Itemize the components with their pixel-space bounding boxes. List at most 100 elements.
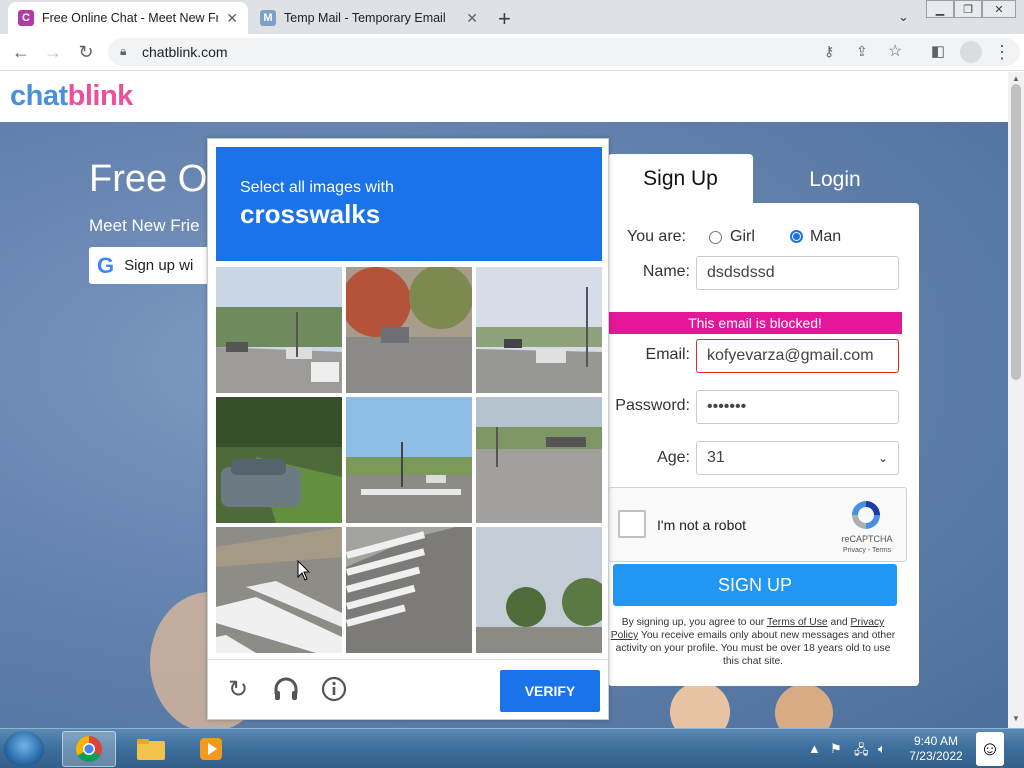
mouse-cursor-icon: [297, 560, 311, 581]
browser-tab-chatblink[interactable]: C Free Online Chat - Meet New Frie ✕: [8, 2, 248, 34]
age-selected-value: 31: [707, 449, 725, 466]
close-tab-icon[interactable]: ✕: [466, 10, 478, 27]
profile-avatar-icon[interactable]: [960, 41, 982, 63]
gender-man-label[interactable]: Man: [810, 228, 841, 246]
restore-button[interactable]: ❐: [954, 0, 982, 18]
captcha-tile-9[interactable]: [476, 527, 602, 653]
recaptcha-brand: reCAPTCHA: [841, 534, 893, 544]
captcha-tile-2[interactable]: [346, 267, 472, 393]
signup-button[interactable]: SIGN UP: [613, 564, 897, 606]
browser-tab-tempmail[interactable]: M Temp Mail - Temporary Email ✕: [250, 2, 488, 34]
terms-of-use-link[interactable]: Terms of Use: [767, 617, 828, 628]
captcha-tile-3[interactable]: [476, 267, 602, 393]
password-input[interactable]: •••••••: [696, 390, 899, 424]
google-g-icon: G: [97, 252, 115, 278]
headphones-icon[interactable]: [272, 675, 300, 703]
recaptcha-checkbox[interactable]: [618, 510, 646, 538]
new-tab-button[interactable]: +: [498, 6, 511, 32]
bookmark-star-icon[interactable]: ☆: [888, 41, 902, 61]
scroll-down-icon[interactable]: ▼: [1012, 714, 1020, 723]
tab-search-chevron-icon[interactable]: ⌄: [898, 9, 909, 25]
notification-avatar-icon[interactable]: ☺: [976, 732, 1004, 766]
hero-subtitle: Meet New Frie: [89, 216, 200, 235]
folder-icon: [137, 739, 165, 760]
site-header: chatblink: [0, 72, 1008, 122]
chatblink-logo[interactable]: chatblink: [10, 80, 133, 113]
chatblink-favicon-icon: C: [18, 10, 34, 26]
gender-man-radio[interactable]: [790, 230, 803, 243]
url-text: chatblink.com: [142, 44, 228, 60]
close-window-button[interactable]: ✕: [982, 0, 1016, 18]
chevron-down-icon: ⌄: [877, 451, 888, 465]
media-player-taskbar-button[interactable]: [184, 731, 238, 767]
volume-icon[interactable]: 🔈︎: [878, 741, 886, 757]
terms-and: and: [830, 617, 848, 628]
clock[interactable]: 9:40 AM 7/23/2022: [906, 734, 966, 764]
address-bar[interactable]: 🔒︎ chatblink.com ⚷ ⇪ ☆: [108, 38, 1020, 66]
chrome-icon: [75, 735, 102, 763]
recaptcha-privacy-terms[interactable]: Privacy - Terms: [837, 547, 897, 554]
captcha-instruction: Select all images with: [240, 179, 394, 196]
logo-blink-text: blink: [67, 80, 134, 112]
name-input[interactable]: dsdsdssd: [696, 256, 899, 290]
reload-icon[interactable]: ↻: [74, 42, 98, 63]
password-label: Password:: [615, 397, 690, 414]
clock-time: 9:40 AM: [913, 734, 959, 748]
action-center-flag-icon[interactable]: ⚑: [830, 741, 842, 757]
recaptcha-logo-icon: [852, 501, 880, 529]
you-are-label: You are:: [626, 228, 686, 245]
share-icon[interactable]: ⇪: [856, 43, 868, 60]
scroll-up-icon[interactable]: ▲: [1012, 74, 1020, 83]
media-player-icon: [200, 738, 222, 760]
start-button[interactable]: [4, 731, 44, 767]
gender-girl-label[interactable]: Girl: [730, 228, 755, 246]
tab-title: Free Online Chat - Meet New Frie: [42, 11, 219, 25]
captcha-tile-4[interactable]: [216, 397, 342, 523]
close-tab-icon[interactable]: ✕: [226, 10, 238, 27]
captcha-tile-7[interactable]: [216, 527, 342, 653]
windows-taskbar: ▲ ⚑ 🖧︎ 🔈︎ 9:40 AM 7/23/2022 ☺: [0, 728, 1024, 768]
terms-text: By signing up, you agree to our Terms of…: [610, 616, 896, 668]
captcha-tile-6[interactable]: [476, 397, 602, 523]
terms-prefix: By signing up, you agree to our: [621, 617, 765, 628]
forward-arrow-icon[interactable]: →: [41, 42, 65, 63]
age-select[interactable]: 31 ⌄: [696, 441, 899, 475]
info-icon[interactable]: [320, 675, 348, 703]
chrome-taskbar-button[interactable]: [62, 731, 116, 767]
captcha-tile-5[interactable]: [346, 397, 472, 523]
logo-chat-text: chat: [10, 80, 68, 112]
network-icon[interactable]: 🖧︎: [854, 741, 869, 763]
hero-title: Free O: [89, 158, 208, 200]
gender-girl-radio[interactable]: [709, 231, 722, 244]
lock-icon[interactable]: 🔒︎: [120, 44, 126, 59]
minimize-button[interactable]: ▁: [926, 0, 954, 18]
captcha-footer: ↻ VERIFY: [208, 659, 608, 721]
email-input[interactable]: kofyevarza@gmail.com: [696, 339, 899, 373]
page-scrollbar[interactable]: ▲ ▼: [1008, 72, 1024, 728]
image-captcha-dialog: Select all images with crosswalks ↻ VERI…: [207, 138, 609, 720]
recaptcha-widget: I'm not a robot reCAPTCHA Privacy - Term…: [608, 487, 907, 562]
menu-kebab-icon[interactable]: ⋮: [990, 42, 1014, 63]
captcha-header: Select all images with crosswalks: [216, 147, 602, 261]
terms-rest: You receive emails only about new messag…: [615, 630, 896, 667]
scrollbar-thumb[interactable]: [1011, 84, 1021, 380]
recaptcha-label: I'm not a robot: [657, 517, 747, 533]
browser-toolbar: ← → ↻ 🔒︎ chatblink.com ⚷ ⇪ ☆ ◧ ⋮: [0, 34, 1024, 71]
tab-title: Temp Mail - Temporary Email: [284, 11, 446, 25]
show-hidden-icons-icon[interactable]: ▲: [808, 741, 821, 756]
explorer-taskbar-button[interactable]: [124, 731, 178, 767]
age-label: Age:: [657, 449, 690, 466]
email-blocked-alert: This email is blocked!: [608, 312, 902, 334]
google-signup-label: Sign up wi: [124, 257, 194, 274]
name-label: Name:: [642, 263, 690, 280]
captcha-tile-8[interactable]: [346, 527, 472, 653]
side-panel-icon[interactable]: ◧: [926, 42, 950, 60]
captcha-tile-1[interactable]: [216, 267, 342, 393]
email-label: Email:: [645, 346, 690, 363]
tab-signup[interactable]: Sign Up: [608, 154, 753, 204]
key-icon[interactable]: ⚷: [824, 43, 834, 60]
tab-login[interactable]: Login: [760, 160, 910, 200]
reload-icon[interactable]: ↻: [224, 675, 252, 703]
verify-button[interactable]: VERIFY: [500, 670, 600, 712]
back-arrow-icon[interactable]: ←: [9, 42, 33, 63]
